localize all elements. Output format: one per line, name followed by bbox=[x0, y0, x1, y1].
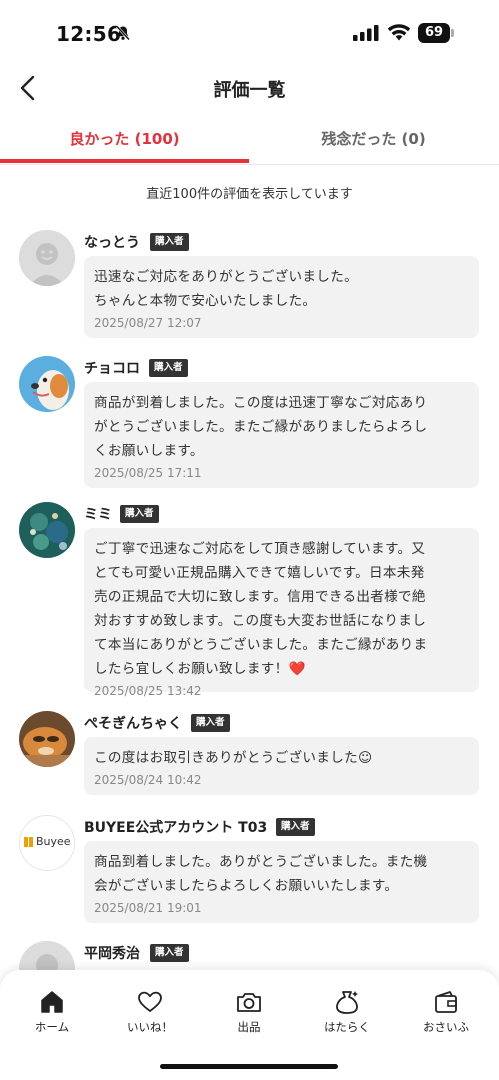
cat-avatar-icon bbox=[19, 711, 75, 767]
ornament-avatar-icon bbox=[19, 502, 75, 558]
review-bubble: ご丁寧で迅速なご対応をして頂き感謝しています。又 とても可愛い正規品購入できて嬉… bbox=[84, 528, 479, 698]
wifi-icon bbox=[387, 24, 411, 41]
tab-good[interactable]: 良かった (100) bbox=[0, 114, 249, 164]
review-count-notice: 直近100件の評価を表示しています bbox=[146, 187, 353, 202]
status-bar: 12:56 69 bbox=[0, 0, 499, 62]
battery-level: 69 bbox=[418, 23, 450, 43]
home-indicator bbox=[160, 1064, 338, 1069]
page-title: 評価一覧 bbox=[213, 80, 286, 101]
nav-likes[interactable]: いいね！ bbox=[105, 988, 195, 1035]
buyer-badge: 購入者 bbox=[149, 359, 188, 377]
nav-wallet[interactable]: おさいふ bbox=[401, 988, 491, 1035]
money-bag-icon bbox=[336, 991, 358, 1014]
review-comment: ご丁寧で迅速なご対応をして頂き感謝しています。又 とても可愛い正規品購入できて嬉… bbox=[94, 541, 428, 677]
reviewer-name[interactable]: チョコロ bbox=[84, 358, 140, 378]
nav-label: 出品 bbox=[237, 1020, 261, 1034]
camera-icon bbox=[237, 993, 261, 1012]
default-avatar-icon bbox=[19, 230, 75, 286]
nav-label: ホーム bbox=[34, 1020, 70, 1034]
signal-icon bbox=[353, 25, 379, 41]
avatar[interactable] bbox=[19, 502, 75, 558]
review-comment: 商品が到着しました。この度は迅速丁寧なご対応あり がとうございました。またご縁が… bbox=[94, 395, 428, 459]
reviewer-name[interactable]: ぺそぎんちゃく bbox=[84, 713, 182, 733]
review-comment: この度はお取引きありがとうございました☺ bbox=[94, 750, 373, 766]
review-bubble: 迅速なご対応をありがとうございました。 ちゃんと本物で安心いたしました。 202… bbox=[84, 256, 479, 338]
nav-sell[interactable]: 出品 bbox=[204, 988, 294, 1035]
buyer-badge: 購入者 bbox=[276, 818, 315, 836]
bottom-nav: ホーム いいね！ 出品 はたらく おさいふ bbox=[0, 970, 499, 1080]
review-date: 2025/08/24 10:42 bbox=[94, 773, 202, 787]
reviewer-name[interactable]: なっとう bbox=[84, 232, 140, 252]
avatar[interactable]: Buyee bbox=[19, 815, 75, 871]
buyee-logo-text: Buyee bbox=[36, 835, 71, 848]
reviewer-name[interactable]: BUYEE公式アカウント T03 bbox=[84, 817, 267, 837]
review-date: 2025/08/25 13:42 bbox=[94, 684, 202, 698]
nav-home[interactable]: ホーム bbox=[7, 988, 97, 1035]
rating-tabs: 良かった (100) 残念だった (0) bbox=[0, 114, 499, 165]
review-comment: 迅速なご対応をありがとうございました。 ちゃんと本物で安心いたしました。 bbox=[94, 269, 358, 309]
silent-bell-icon bbox=[116, 25, 130, 41]
home-icon bbox=[41, 991, 63, 1013]
reviewer-name[interactable]: 平岡秀治 bbox=[84, 943, 140, 963]
nav-label: いいね！ bbox=[127, 1020, 173, 1034]
avatar[interactable] bbox=[19, 711, 75, 767]
review-date: 2025/08/21 19:01 bbox=[94, 901, 202, 915]
status-time: 12:56 bbox=[56, 22, 122, 46]
avatar[interactable] bbox=[19, 356, 75, 412]
review-bubble: 商品到着しました。ありがとうございました。また機 会がございましたらよろしくお願… bbox=[84, 841, 479, 923]
tab-bad[interactable]: 残念だった (0) bbox=[249, 114, 498, 164]
heart-icon bbox=[138, 991, 162, 1012]
nav-header: 評価一覧 bbox=[0, 62, 499, 114]
reviewer-name[interactable]: ミミ bbox=[84, 504, 112, 524]
review-bubble: 商品が到着しました。この度は迅速丁寧なご対応あり がとうございました。またご縁が… bbox=[84, 382, 479, 488]
buyer-badge: 購入者 bbox=[191, 714, 230, 732]
nav-label: はたらく bbox=[324, 1020, 370, 1034]
avatar[interactable] bbox=[19, 230, 75, 286]
buyer-badge: 購入者 bbox=[120, 505, 159, 523]
review-date: 2025/08/27 12:07 bbox=[94, 316, 202, 330]
active-tab-indicator bbox=[0, 159, 249, 163]
battery-icon: 69 bbox=[418, 23, 454, 43]
nav-work[interactable]: はたらく bbox=[302, 988, 392, 1035]
review-date: 2025/08/25 17:11 bbox=[94, 466, 202, 480]
wallet-icon bbox=[435, 991, 457, 1013]
buyer-badge: 購入者 bbox=[150, 233, 189, 251]
buyer-badge: 購入者 bbox=[150, 944, 189, 962]
review-bubble: この度はお取引きありがとうございました☺ 2025/08/24 10:42 bbox=[84, 737, 479, 795]
review-comment: 商品到着しました。ありがとうございました。また機 会がございましたらよろしくお願… bbox=[94, 854, 428, 894]
dog-avatar-icon bbox=[19, 356, 75, 412]
nav-label: おさいふ bbox=[423, 1020, 469, 1034]
